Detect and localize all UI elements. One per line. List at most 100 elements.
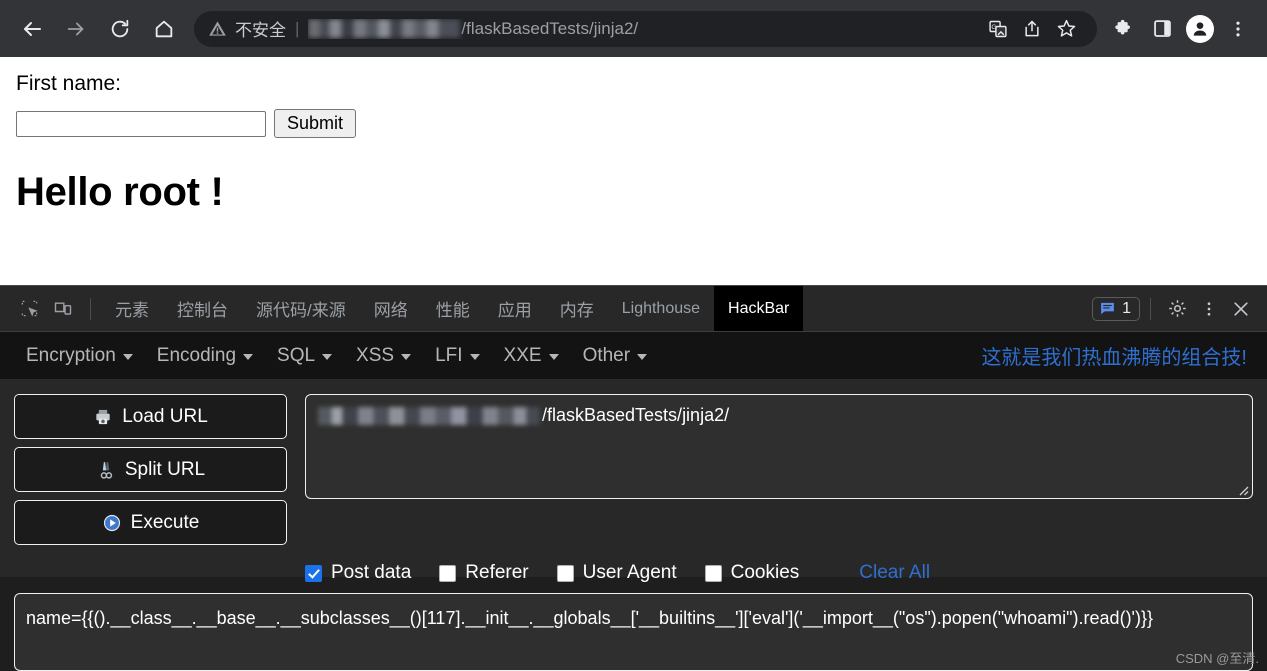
- forward-button[interactable]: [54, 7, 98, 51]
- svg-text:G: G: [991, 24, 996, 31]
- omnibox-url-tail: /flaskBasedTests/jinja2/: [461, 18, 639, 38]
- menu-xxe[interactable]: XXE: [492, 341, 571, 371]
- watermark: CSDN @至清.: [1175, 651, 1259, 666]
- hackbar-menubar: Encryption Encoding SQL XSS LFI XXE Othe…: [0, 332, 1267, 380]
- submit-button[interactable]: Submit: [274, 109, 357, 139]
- execute-button[interactable]: Execute: [14, 500, 287, 545]
- tab-memory[interactable]: 内存: [546, 286, 608, 331]
- checkbox-cookies[interactable]: Cookies: [704, 562, 799, 584]
- hackbar-slogan[interactable]: 这就是我们热血沸腾的组合技!: [981, 341, 1253, 370]
- devtools-panel: 元素 控制台 源代码/来源 网络 性能 应用 内存 Lighthouse Hac…: [0, 285, 1267, 671]
- browser-window: 不安全 | /flaskBasedTests/jinja2/ G First n…: [0, 0, 1267, 671]
- console-message-badge[interactable]: 1: [1092, 296, 1140, 321]
- tab-performance[interactable]: 性能: [422, 286, 484, 331]
- menu-xss[interactable]: XSS: [344, 341, 423, 371]
- person-icon: [1193, 21, 1207, 36]
- tab-elements[interactable]: 元素: [101, 286, 163, 331]
- menu-encryption[interactable]: Encryption: [14, 341, 145, 371]
- first-name-label: First name:: [16, 72, 122, 95]
- menu-encoding[interactable]: Encoding: [145, 341, 265, 371]
- hackbar-body: Load URL Split URL Execute /flaskBasedTe…: [0, 380, 1267, 583]
- redacted-host: [308, 19, 461, 38]
- menu-other[interactable]: Other: [571, 341, 660, 371]
- page-viewport: First name: Submit Hello root !: [0, 57, 1267, 285]
- hackbar-action-buttons: Load URL Split URL Execute: [14, 394, 287, 545]
- chevron-down-icon: [122, 354, 133, 360]
- checkbox-post-data[interactable]: Post data: [305, 562, 411, 584]
- avatar: [1186, 14, 1214, 43]
- checkbox-user-agent-label: User Agent: [582, 562, 677, 583]
- tab-lighthouse[interactable]: Lighthouse: [608, 286, 714, 331]
- extensions-button[interactable]: [1105, 7, 1143, 51]
- checkbox-user-agent[interactable]: User Agent: [556, 562, 677, 584]
- load-url-label: Load URL: [122, 405, 208, 427]
- inspect-element-icon[interactable]: [12, 292, 46, 326]
- reload-button[interactable]: [98, 7, 142, 51]
- home-button[interactable]: [142, 7, 186, 51]
- chevron-down-icon: [548, 354, 559, 360]
- chrome-menu-button[interactable]: [1219, 7, 1257, 51]
- hackbar-top-row: Load URL Split URL Execute /flaskBasedTe…: [14, 394, 1253, 545]
- address-bar[interactable]: 不安全 | /flaskBasedTests/jinja2/ G: [194, 10, 1097, 47]
- chevron-down-icon: [243, 354, 254, 360]
- menu-other-label: Other: [582, 344, 631, 366]
- console-message-count: 1: [1122, 299, 1131, 317]
- page-heading: Hello root !: [16, 170, 224, 215]
- hackbar-url-tail: /flaskBasedTests/jinja2/: [542, 405, 730, 425]
- checkbox-cookies-box[interactable]: [704, 564, 722, 582]
- browser-toolbar: 不安全 | /flaskBasedTests/jinja2/ G: [0, 0, 1267, 57]
- close-icon[interactable]: [1225, 292, 1257, 326]
- clear-all-button[interactable]: Clear All: [859, 562, 930, 584]
- checkbox-referer[interactable]: Referer: [439, 562, 529, 584]
- menu-encryption-label: Encryption: [26, 344, 116, 366]
- tab-console[interactable]: 控制台: [163, 286, 242, 331]
- tab-network[interactable]: 网络: [360, 286, 422, 331]
- checkbox-referer-label: Referer: [465, 562, 529, 583]
- share-icon[interactable]: [1015, 12, 1049, 46]
- play-icon: [102, 513, 122, 533]
- bookmark-star-icon[interactable]: [1049, 12, 1083, 46]
- tab-hackbar[interactable]: HackBar: [714, 286, 804, 331]
- checkbox-referer-box[interactable]: [439, 564, 457, 582]
- split-url-label: Split URL: [124, 458, 206, 480]
- hackbar-url-value: /flaskBasedTests/jinja2/: [318, 405, 1240, 426]
- menu-lfi-label: LFI: [435, 344, 463, 366]
- chevron-down-icon: [401, 354, 412, 360]
- menu-encoding-label: Encoding: [156, 344, 237, 366]
- profile-button[interactable]: [1181, 7, 1219, 51]
- omnibox-url[interactable]: /flaskBasedTests/jinja2/: [308, 19, 975, 39]
- devtools-more-icon[interactable]: [1193, 292, 1225, 326]
- reload-icon: [111, 19, 129, 37]
- devtools-tabs: 元素 控制台 源代码/来源 网络 性能 应用 内存 Lighthouse Hac…: [101, 286, 1092, 331]
- toolbar-divider: [90, 297, 91, 320]
- hackbar-post-data-field[interactable]: name={{().__class__.__base__.__subclasse…: [14, 593, 1253, 671]
- checkbox-user-agent-box[interactable]: [556, 564, 574, 582]
- first-name-input[interactable]: [16, 110, 266, 137]
- split-url-button[interactable]: Split URL: [14, 447, 287, 492]
- side-panel-button[interactable]: [1143, 7, 1181, 51]
- back-button[interactable]: [10, 7, 54, 51]
- gear-icon[interactable]: [1161, 292, 1193, 326]
- translate-icon[interactable]: G: [981, 12, 1015, 46]
- scissors-icon: [96, 460, 116, 480]
- omnibox-actions: G: [981, 12, 1083, 46]
- chevron-down-icon: [637, 354, 648, 360]
- message-icon: [1101, 302, 1114, 315]
- chevron-down-icon: [469, 354, 480, 360]
- side-panel-icon: [1153, 20, 1171, 37]
- checkbox-post-data-box[interactable]: [305, 564, 322, 582]
- load-url-button[interactable]: Load URL: [14, 394, 287, 439]
- resize-handle[interactable]: [1236, 483, 1249, 496]
- omnibox-divider: |: [295, 19, 300, 38]
- menu-lfi[interactable]: LFI: [423, 341, 491, 371]
- menu-sql[interactable]: SQL: [265, 341, 344, 371]
- hackbar-url-field[interactable]: /flaskBasedTests/jinja2/: [305, 394, 1253, 499]
- not-secure-label: 不安全: [235, 21, 286, 40]
- puzzle-icon: [1115, 19, 1130, 34]
- tab-sources[interactable]: 源代码/来源: [242, 286, 360, 331]
- tab-application[interactable]: 应用: [484, 286, 546, 331]
- device-toolbar-icon[interactable]: [46, 292, 80, 326]
- checkbox-post-data-label: Post data: [331, 562, 412, 583]
- redacted-host: [318, 406, 540, 425]
- menu-sql-label: SQL: [277, 344, 316, 366]
